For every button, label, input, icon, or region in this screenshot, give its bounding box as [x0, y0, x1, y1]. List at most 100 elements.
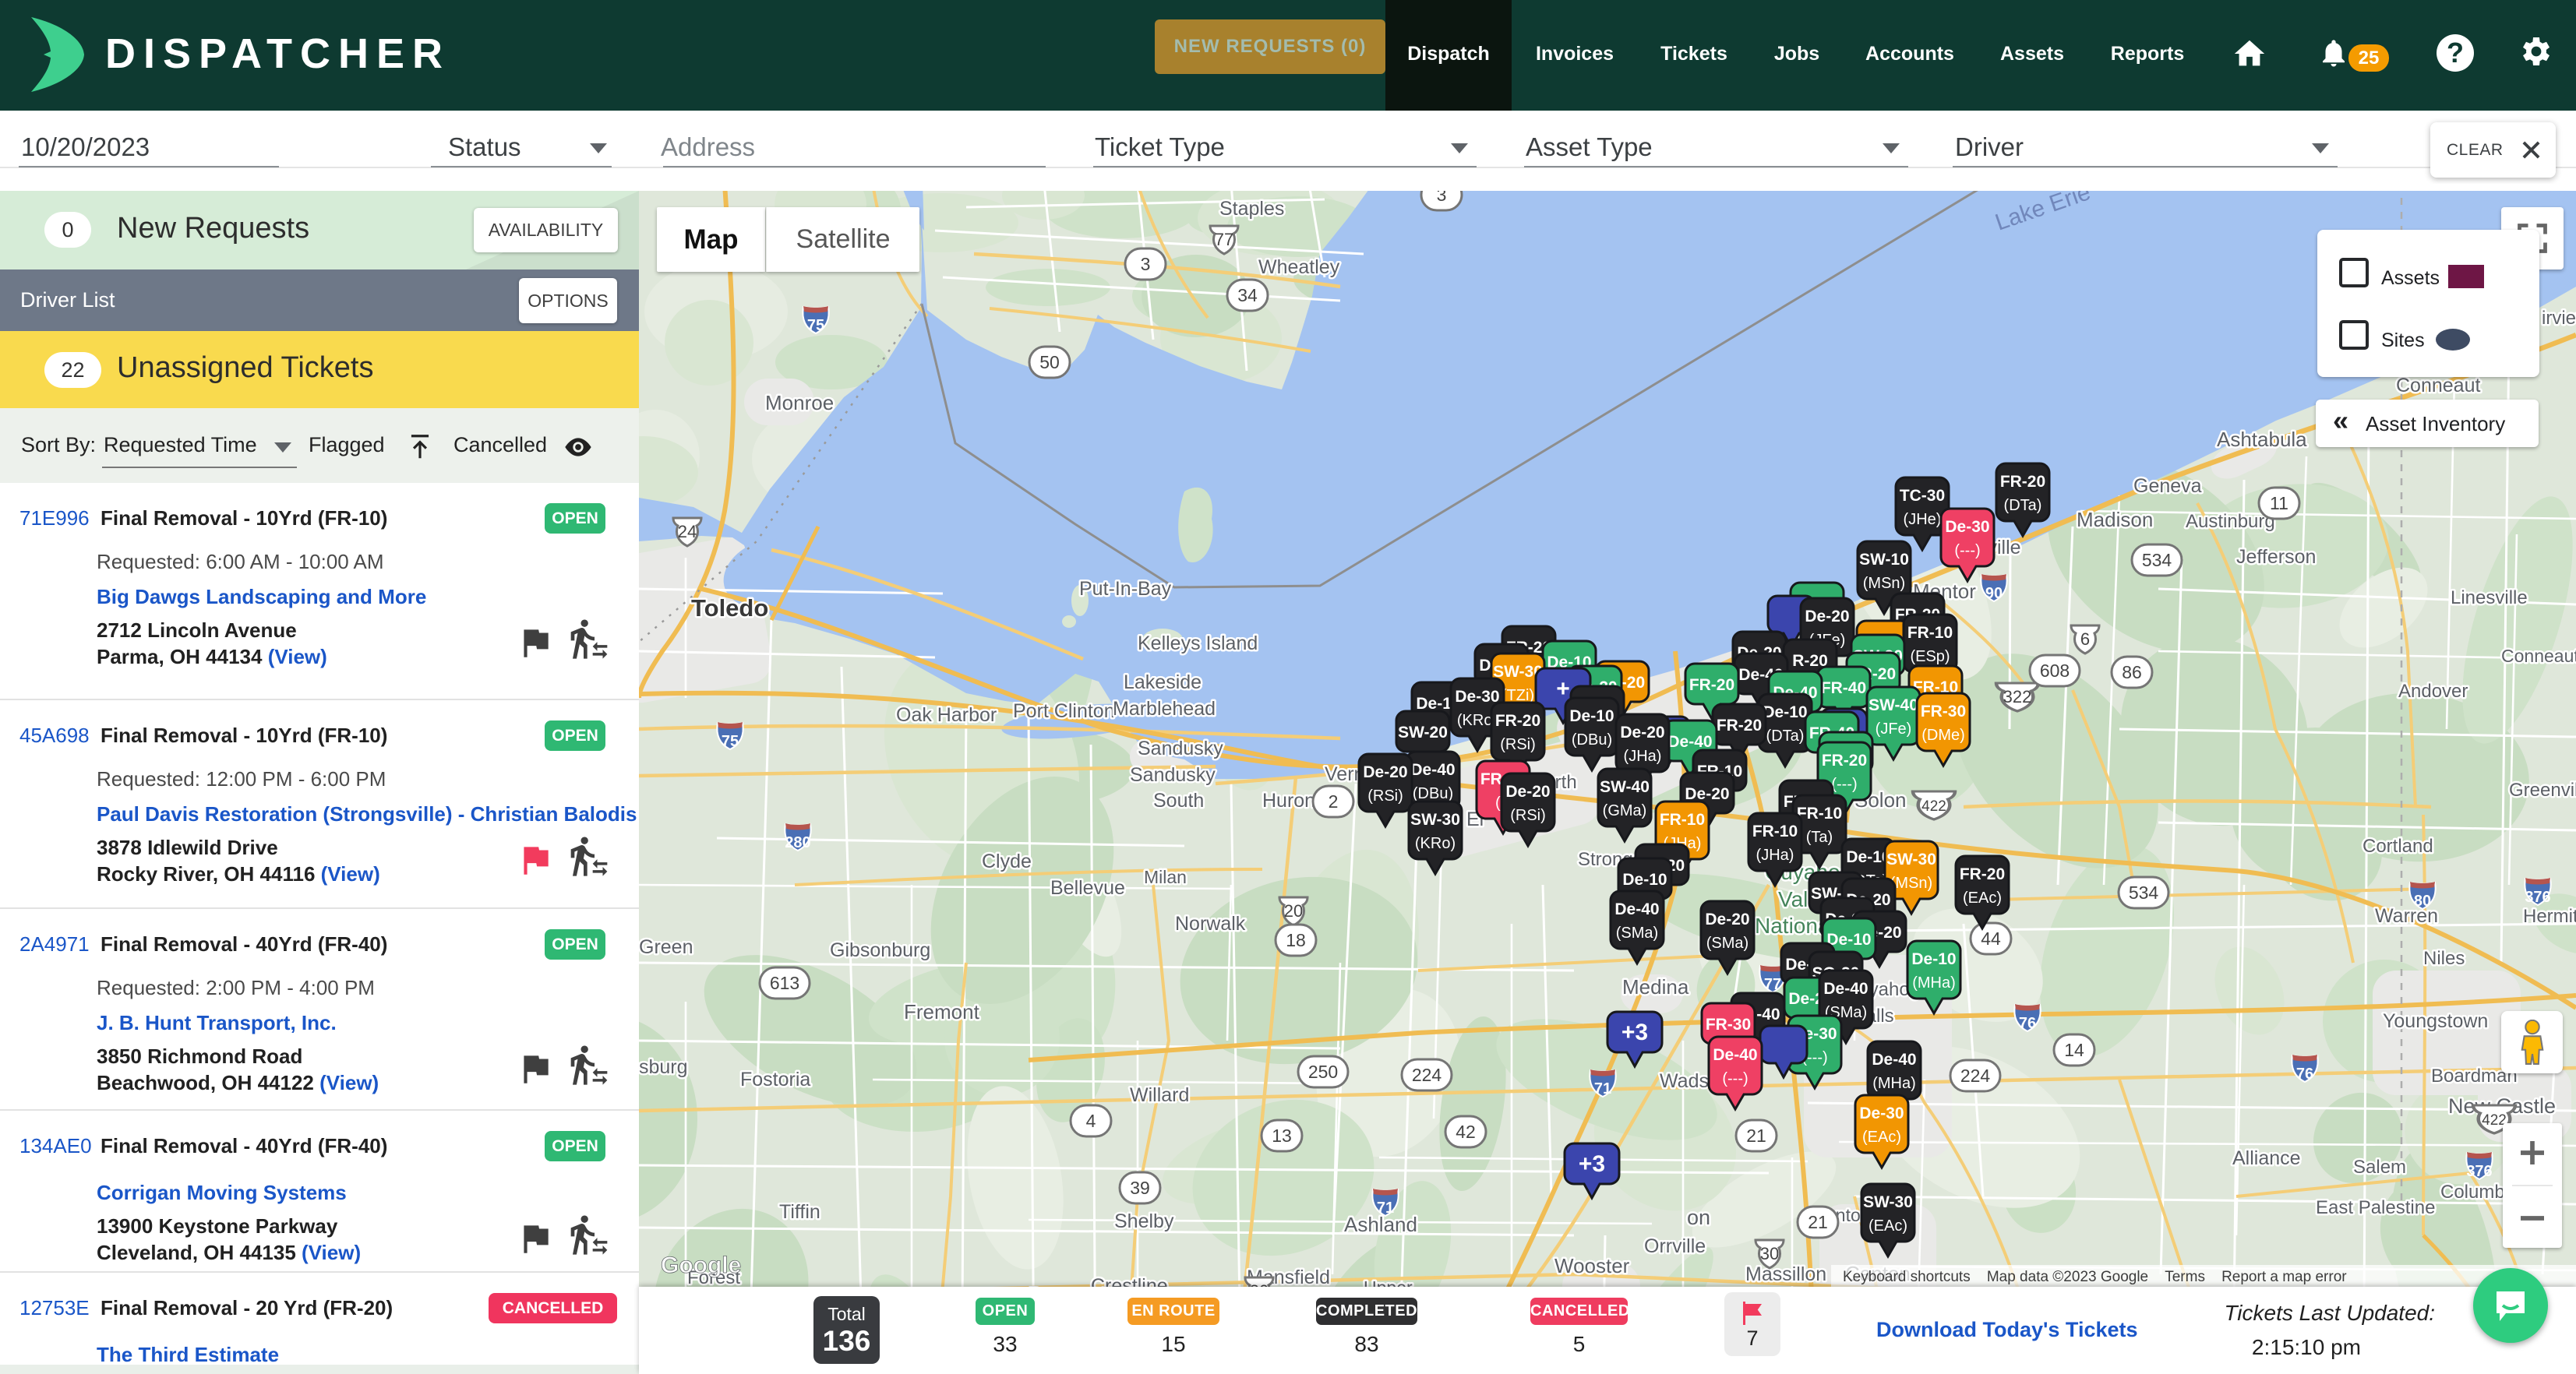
svg-text:Marblehead: Marblehead	[1113, 698, 1216, 720]
svg-text:(ESp): (ESp)	[1910, 648, 1950, 665]
svg-text:FR-20: FR-20	[1717, 717, 1762, 735]
svg-text:376: 376	[2466, 1163, 2492, 1180]
svg-text:Alliance: Alliance	[2232, 1147, 2301, 1169]
svg-text:(MSn): (MSn)	[1863, 575, 1905, 592]
svg-text:South: South	[1153, 790, 1204, 812]
svg-text:De-20: De-20	[1620, 724, 1664, 742]
svg-text:De-40: De-40	[1823, 980, 1868, 998]
svg-text:224: 224	[1412, 1065, 1442, 1085]
svg-text:322: 322	[2003, 687, 2032, 706]
svg-text:Green: Green	[639, 936, 693, 958]
svg-text:Monroe: Monroe	[765, 391, 834, 414]
svg-text:Ashtabula: Ashtabula	[2217, 428, 2307, 451]
svg-text:+: +	[1556, 676, 1570, 702]
svg-text:76: 76	[2019, 1015, 2036, 1032]
svg-text:(DBu): (DBu)	[1572, 731, 1612, 749]
svg-text:Willard: Willard	[1130, 1084, 1189, 1106]
svg-text:Linesville: Linesville	[2451, 587, 2528, 608]
svg-text:71: 71	[1377, 1200, 1394, 1217]
svg-text:on: on	[1687, 1206, 1710, 1229]
svg-text:De-10: De-10	[1622, 871, 1667, 889]
svg-text:422: 422	[1921, 798, 1946, 815]
svg-text:Wads: Wads	[1660, 1070, 1709, 1092]
svg-text:(MHa): (MHa)	[1912, 974, 1956, 992]
svg-text:Andover: Andover	[2398, 681, 2468, 702]
svg-text:irview: irview	[2542, 308, 2576, 329]
svg-text:77: 77	[1764, 976, 1781, 993]
svg-text:Cortland: Cortland	[2363, 836, 2433, 857]
svg-text:Clyde: Clyde	[982, 851, 1032, 872]
svg-text:De-20: De-20	[1705, 911, 1749, 928]
svg-text:(DBu): (DBu)	[1413, 785, 1453, 802]
svg-text:FR-20: FR-20	[2000, 473, 2045, 491]
svg-text:Norwalk: Norwalk	[1175, 913, 1246, 935]
svg-text:De-20: De-20	[1505, 783, 1550, 801]
svg-text:De-20: De-20	[1363, 763, 1407, 781]
svg-text:Tiffin: Tiffin	[779, 1201, 820, 1223]
svg-text:Staples: Staples	[1219, 198, 1284, 220]
svg-text:FR-40: FR-40	[1821, 679, 1866, 697]
svg-text:(---): (---)	[1954, 542, 1980, 559]
svg-text:(JHa): (JHa)	[1756, 847, 1794, 864]
svg-text:De-30: De-30	[1945, 518, 1989, 536]
svg-text:3: 3	[1141, 254, 1151, 274]
svg-text:(DMe): (DMe)	[1921, 727, 1965, 744]
svg-text:FR-20: FR-20	[1689, 676, 1734, 694]
svg-text:34: 34	[1237, 285, 1258, 305]
svg-text:Madison: Madison	[2077, 508, 2153, 531]
svg-text:224: 224	[1960, 1066, 1991, 1086]
svg-text:Fremont: Fremont	[904, 1000, 980, 1023]
svg-text:Lakeside: Lakeside	[1124, 671, 1202, 693]
svg-text:(MHa): (MHa)	[1872, 1075, 1916, 1092]
svg-text:FR-10: FR-10	[1752, 823, 1798, 840]
svg-text:(RSi): (RSi)	[1510, 807, 1546, 824]
svg-text:De-10: De-10	[1763, 703, 1807, 721]
svg-text:De-30: De-30	[1455, 688, 1499, 706]
svg-text:Wooster: Wooster	[1554, 1254, 1630, 1277]
svg-text:+3: +3	[1621, 1020, 1648, 1045]
svg-text:(SMa): (SMa)	[1706, 935, 1749, 952]
svg-text:Austinburg: Austinburg	[2186, 511, 2275, 532]
svg-text:6: 6	[2080, 629, 2090, 649]
svg-text:sburg: sburg	[639, 1056, 688, 1078]
svg-text:De-40: De-40	[1614, 900, 1659, 918]
svg-text:East Palestine: East Palestine	[2316, 1197, 2435, 1218]
svg-text:Sandusky: Sandusky	[1138, 738, 1223, 759]
svg-text:(SMa): (SMa)	[1616, 925, 1658, 942]
svg-text:FR-20: FR-20	[1960, 865, 2005, 883]
svg-text:FR-10: FR-10	[1907, 624, 1953, 642]
svg-text:FR-30: FR-30	[1921, 703, 1966, 720]
svg-text:Orrville: Orrville	[1644, 1235, 1706, 1257]
svg-text:11: 11	[2270, 493, 2288, 513]
svg-text:Milan: Milan	[1144, 867, 1187, 887]
svg-text:(JHe): (JHe)	[1904, 511, 1942, 528]
svg-text:(MSn): (MSn)	[1890, 875, 1932, 892]
svg-text:(Ta): (Ta)	[1806, 829, 1833, 846]
svg-text:De-40: De-40	[1410, 761, 1455, 779]
svg-text:De-40: De-40	[1872, 1051, 1916, 1069]
svg-text:Bellevue: Bellevue	[1050, 877, 1125, 899]
svg-text:Put-In-Bay: Put-In-Bay	[1079, 578, 1172, 600]
svg-text:Wheatley: Wheatley	[1258, 256, 1340, 278]
svg-text:90: 90	[1985, 585, 2003, 602]
svg-text:613: 613	[770, 973, 799, 993]
svg-text:Greenville: Greenville	[2509, 780, 2576, 801]
svg-text:(EAc): (EAc)	[1862, 1129, 1901, 1146]
svg-text:Port Clinton: Port Clinton	[1013, 700, 1115, 722]
svg-text:(DTa): (DTa)	[1766, 728, 1805, 745]
svg-text:(JHa): (JHa)	[1624, 748, 1662, 765]
svg-text:De-40: De-40	[1713, 1046, 1757, 1064]
svg-text:(EAc): (EAc)	[1963, 890, 2002, 907]
svg-text:FR-10: FR-10	[1660, 811, 1705, 829]
svg-text:SW-10: SW-10	[1859, 551, 1909, 569]
svg-text:Fostoria: Fostoria	[740, 1069, 810, 1090]
svg-text:280: 280	[785, 834, 810, 851]
svg-text:SW-30: SW-30	[1886, 851, 1936, 868]
svg-text:30: 30	[1760, 1244, 1779, 1263]
svg-text:71: 71	[1594, 1080, 1611, 1097]
svg-text:+3: +3	[1579, 1151, 1605, 1177]
svg-text:De-10: De-10	[1911, 950, 1956, 968]
svg-text:SW-40: SW-40	[1600, 778, 1650, 796]
svg-text:80: 80	[2414, 893, 2431, 910]
svg-text:Youngstown: Youngstown	[2383, 1010, 2488, 1032]
